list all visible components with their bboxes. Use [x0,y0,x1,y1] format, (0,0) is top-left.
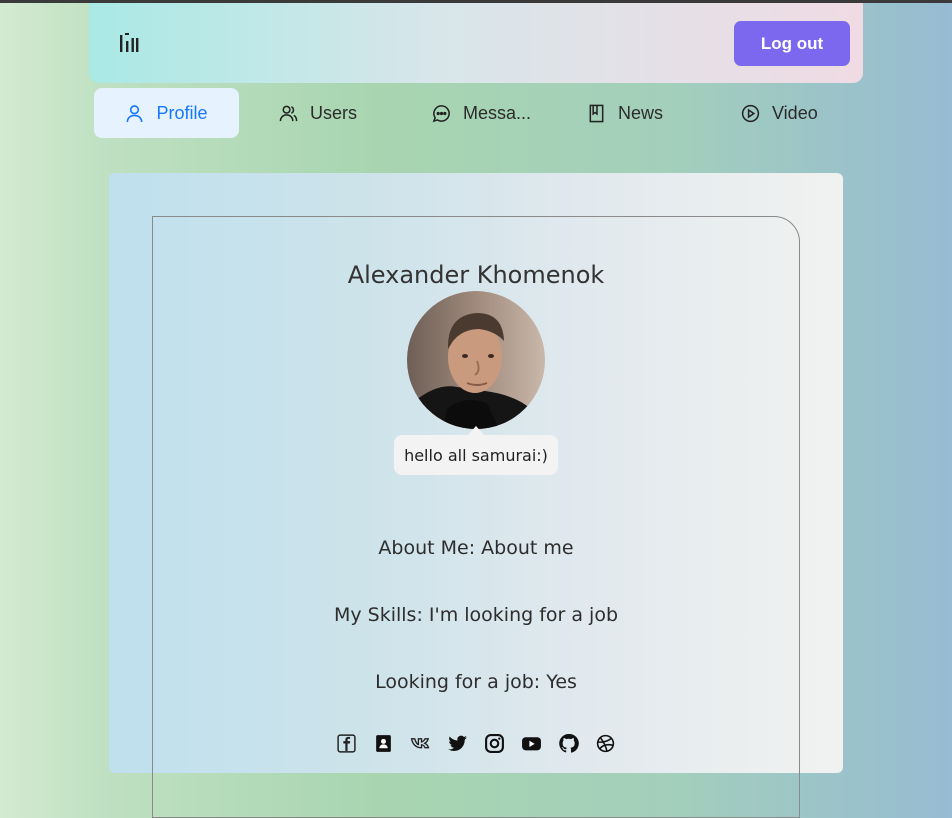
main-nav: Profile Users Messa... News Video [89,84,863,142]
nav-item-news[interactable]: News [587,88,663,138]
twitter-icon[interactable] [446,732,469,755]
nav-item-video[interactable]: Video [741,88,818,138]
social-links [335,731,617,755]
message-icon [432,104,450,122]
nav-item-label: Video [772,102,818,123]
nav-item-users[interactable]: Users [279,88,357,138]
github-icon[interactable] [557,732,580,755]
profile-panel: Alexander Khomenok hello all samurai:) A… [152,216,800,818]
nav-item-label: Profile [156,102,208,123]
user-icon [127,104,143,122]
instagram-icon[interactable] [483,732,506,755]
avatar [407,291,545,429]
contact-book-icon[interactable] [372,732,395,755]
facebook-icon[interactable] [335,732,358,755]
looking-for-job: Looking for a job: Yes [375,671,577,693]
profile-name: Alexander Khomenok [347,261,605,289]
youtube-icon[interactable] [520,732,543,755]
dribbble-icon[interactable] [594,732,617,755]
play-circle-icon [741,104,760,122]
book-icon [589,104,604,122]
nav-item-label: Users [310,102,358,123]
about-me: About Me: About me [378,537,574,559]
bars-logo-icon[interactable] [119,32,139,54]
nav-item-label: News [618,102,664,123]
nav-item-profile[interactable]: Profile [94,88,239,138]
users-icon [279,105,298,121]
my-skills: My Skills: I'm looking for a job [333,604,619,626]
profile-card: Alexander Khomenok hello all samurai:) A… [109,173,843,818]
nav-item-messages[interactable]: Messa... [432,88,531,138]
logout-button[interactable]: Log out [734,21,850,66]
app-header: Log out [89,3,863,83]
vk-icon[interactable] [409,732,432,755]
status-bubble[interactable]: hello all samurai:) [394,426,558,475]
nav-item-label: Messa... [463,102,532,123]
